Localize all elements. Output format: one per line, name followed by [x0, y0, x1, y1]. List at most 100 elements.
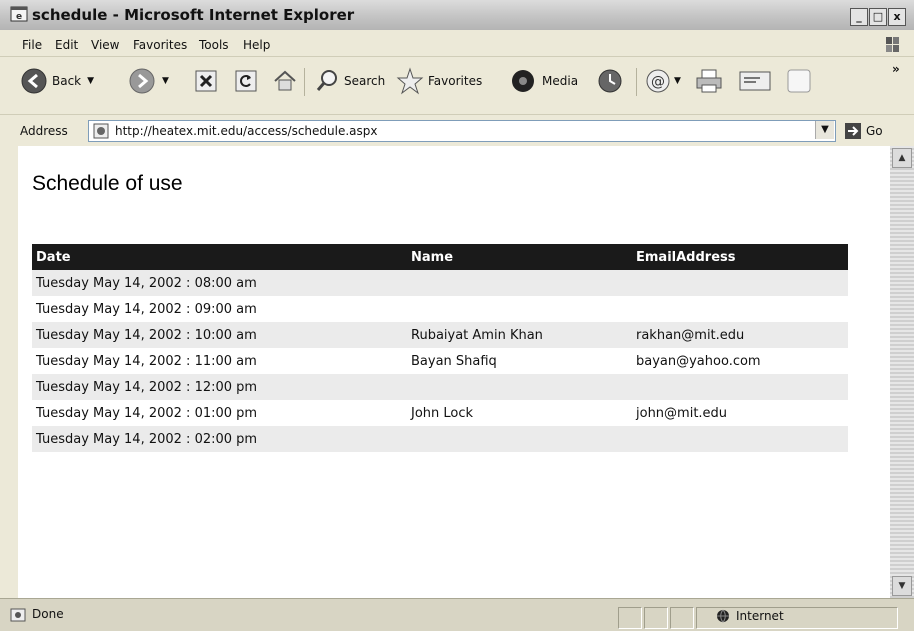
cell-name	[407, 296, 632, 322]
media-button[interactable]: Media	[508, 66, 578, 96]
cell-name: John Lock	[411, 405, 474, 421]
column-header-name: Name	[407, 244, 632, 270]
status-text: Done	[32, 607, 64, 621]
menu-edit[interactable]: Edit	[55, 38, 78, 52]
table-row: Tuesday May 14, 2002 : 02:00 pm	[32, 426, 848, 452]
table-row: Tuesday May 14, 2002 : 10:00 am Rubaiyat…	[32, 322, 848, 348]
cell-name	[407, 426, 632, 452]
scroll-up-icon[interactable]: ▲	[892, 148, 912, 168]
mail-button[interactable]: @ ▼	[644, 66, 681, 96]
cell-date: Tuesday May 14, 2002 : 09:00 am	[36, 301, 257, 317]
table-row: Tuesday May 14, 2002 : 12:00 pm	[32, 374, 848, 400]
print-button[interactable]	[694, 66, 724, 96]
cell-name	[407, 270, 632, 296]
search-button[interactable]: Search	[314, 66, 385, 96]
internet-explorer-icon: e	[10, 6, 28, 22]
back-button[interactable]: Back ▼	[20, 66, 94, 96]
menu-bar: File Edit View Favorites Tools Help	[0, 32, 914, 57]
favorites-button[interactable]: Favorites	[396, 66, 482, 96]
favorites-label: Favorites	[428, 74, 483, 88]
zone-label: Internet	[736, 609, 784, 623]
address-input[interactable]: http://heatex.mit.edu/access/schedule.as…	[88, 120, 836, 142]
cell-email: john@mit.edu	[636, 405, 728, 421]
address-url: http://heatex.mit.edu/access/schedule.as…	[115, 124, 378, 138]
cell-email: bayan@yahoo.com	[636, 353, 761, 369]
menu-file[interactable]: File	[22, 38, 42, 52]
column-header-date: Date	[32, 244, 407, 270]
refresh-icon	[235, 70, 257, 92]
page-content: Schedule of use Date Name EmailAddress T…	[18, 146, 890, 598]
cell-email	[632, 426, 848, 452]
menu-tools[interactable]: Tools	[199, 38, 229, 52]
cell-email: rakhan@mit.edu	[632, 322, 848, 348]
history-button[interactable]	[596, 66, 624, 96]
stop-button[interactable]	[194, 66, 218, 96]
cell-email	[632, 270, 848, 296]
cell-email	[632, 374, 848, 400]
mail-icon: @	[646, 69, 670, 93]
forward-dropdown-icon[interactable]: ▼	[162, 76, 169, 86]
go-label: Go	[866, 124, 883, 138]
printer-icon	[696, 69, 722, 93]
media-icon	[512, 70, 534, 92]
menu-view[interactable]: View	[91, 38, 119, 52]
search-label: Search	[344, 74, 386, 88]
discuss-button[interactable]	[784, 66, 814, 96]
discuss-icon	[787, 69, 811, 93]
menu-favorites[interactable]: Favorites	[133, 38, 187, 52]
search-icon	[316, 70, 337, 91]
cell-date: Tuesday May 14, 2002 : 08:00 am	[32, 270, 407, 296]
cell-date: Tuesday May 14, 2002 : 12:00 pm	[32, 374, 407, 400]
table-row: Tuesday May 14, 2002 : 08:00 am	[32, 270, 848, 296]
home-button[interactable]	[272, 66, 298, 96]
column-header-email: EmailAddress	[632, 244, 848, 270]
status-panel	[618, 607, 642, 629]
maximize-button[interactable]: □	[869, 8, 887, 26]
address-dropdown-icon[interactable]: ▼	[815, 121, 834, 139]
schedule-table: Date Name EmailAddress Tuesday May 14, 2…	[32, 244, 848, 452]
table-row: Tuesday May 14, 2002 : 11:00 am Bayan Sh…	[32, 348, 848, 374]
home-icon	[274, 70, 296, 91]
mail-dropdown-icon[interactable]: ▼	[674, 76, 681, 86]
close-button[interactable]: x	[888, 8, 906, 26]
edit-button[interactable]	[738, 66, 772, 96]
page-title: Schedule of use	[32, 172, 183, 195]
menu-help[interactable]: Help	[243, 38, 270, 52]
svg-text:@: @	[651, 74, 665, 90]
globe-icon	[717, 609, 729, 623]
edit-page-icon	[739, 71, 771, 91]
toolbar: Back ▼ ▼ Search Favorites Media @ ▼ »	[0, 58, 914, 114]
forward-button[interactable]: ▼	[128, 66, 169, 96]
cell-name	[407, 374, 632, 400]
title-bar[interactable]: e schedule - Microsoft Internet Explorer…	[0, 0, 914, 30]
forward-arrow-icon	[129, 68, 155, 94]
toolbar-overflow-icon[interactable]: »	[892, 62, 900, 76]
security-zone: Internet	[716, 609, 784, 623]
back-label: Back	[52, 74, 82, 88]
cell-date: Tuesday May 14, 2002 : 02:00 pm	[32, 426, 407, 452]
page-icon	[93, 123, 109, 139]
scroll-down-icon[interactable]: ▼	[892, 576, 912, 596]
status-panel	[644, 607, 668, 629]
media-label: Media	[542, 74, 579, 88]
star-icon	[396, 67, 424, 95]
address-label: Address	[20, 124, 68, 138]
address-bar: Address http://heatex.mit.edu/access/sch…	[0, 114, 914, 145]
history-icon	[598, 69, 622, 93]
toolbar-separator	[636, 68, 637, 96]
go-button[interactable]: Go	[844, 121, 883, 141]
browser-window: e schedule - Microsoft Internet Explorer…	[0, 0, 914, 631]
table-row: Tuesday May 14, 2002 : 01:00 pm John Loc…	[32, 400, 848, 426]
page-done-icon	[10, 608, 26, 622]
cell-email	[632, 296, 848, 322]
status-panel	[670, 607, 694, 629]
minimize-button[interactable]: _	[850, 8, 868, 26]
window-title: schedule - Microsoft Internet Explorer	[32, 6, 355, 24]
windows-logo-icon	[886, 37, 899, 52]
stop-icon	[195, 70, 217, 92]
refresh-button[interactable]	[234, 66, 258, 96]
status-bar: Done Internet	[0, 598, 914, 631]
table-header-row: Date Name EmailAddress	[32, 244, 848, 270]
back-dropdown-icon[interactable]: ▼	[87, 76, 94, 86]
vertical-scrollbar[interactable]: ▲ ▼	[890, 146, 914, 598]
